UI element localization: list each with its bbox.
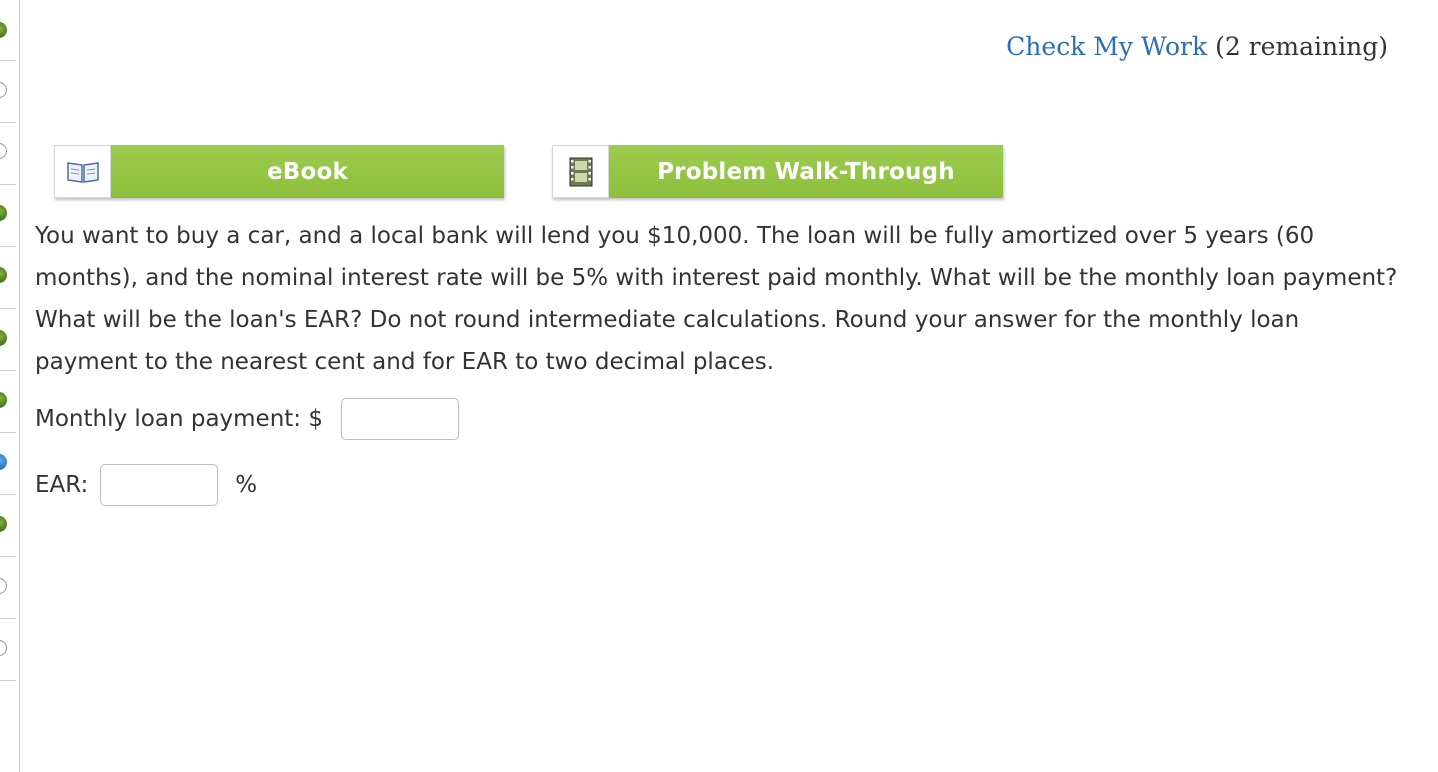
rail-divider: [0, 60, 16, 61]
rail-divider: [0, 184, 16, 185]
book-icon: [54, 145, 111, 198]
ear-label: EAR:: [35, 472, 89, 498]
percent-unit: %: [235, 472, 258, 498]
question-status-dot[interactable]: [0, 640, 7, 656]
question-status-dot[interactable]: [0, 143, 7, 159]
attempts-remaining: (2 remaining): [1215, 32, 1388, 61]
question-status-dot[interactable]: [0, 516, 7, 532]
rail-divider: [0, 618, 16, 619]
question-status-dot[interactable]: [0, 392, 7, 408]
rail-divider: [0, 122, 16, 123]
rail-divider: [0, 556, 16, 557]
question-text: You want to buy a car, and a local bank …: [35, 223, 1398, 375]
question-status-dot[interactable]: [0, 330, 7, 346]
ebook-label: eBook: [111, 145, 504, 198]
monthly-payment-input[interactable]: [341, 398, 459, 440]
question-status-dot[interactable]: [0, 205, 7, 221]
question-status-dot[interactable]: [0, 454, 7, 470]
rail-divider: [0, 680, 16, 681]
problem-walkthrough-button[interactable]: Problem Walk-Through: [552, 145, 1003, 198]
rail-divider: [0, 494, 16, 495]
question-status-dot[interactable]: [0, 22, 7, 38]
payment-label: Monthly loan payment: $: [35, 406, 323, 432]
rail-divider: [0, 308, 16, 309]
ebook-button[interactable]: eBook: [54, 145, 504, 198]
rail-divider: [0, 432, 16, 433]
film-icon: [552, 145, 609, 198]
question-progress-rail: [0, 0, 20, 772]
question-status-dot[interactable]: [0, 578, 7, 594]
check-my-work-link[interactable]: Check My Work: [1006, 32, 1207, 61]
check-work-bar: Check My Work (2 remaining): [1006, 32, 1388, 61]
ear-answer-row: EAR: %: [35, 464, 257, 506]
question-status-dot[interactable]: [0, 82, 7, 98]
payment-answer-row: Monthly loan payment: $: [35, 398, 459, 440]
rail-divider: [0, 370, 16, 371]
ear-input[interactable]: [100, 464, 219, 506]
question-status-dot[interactable]: [0, 267, 7, 283]
problem-walkthrough-label: Problem Walk-Through: [609, 145, 1003, 198]
rail-divider: [0, 246, 16, 247]
